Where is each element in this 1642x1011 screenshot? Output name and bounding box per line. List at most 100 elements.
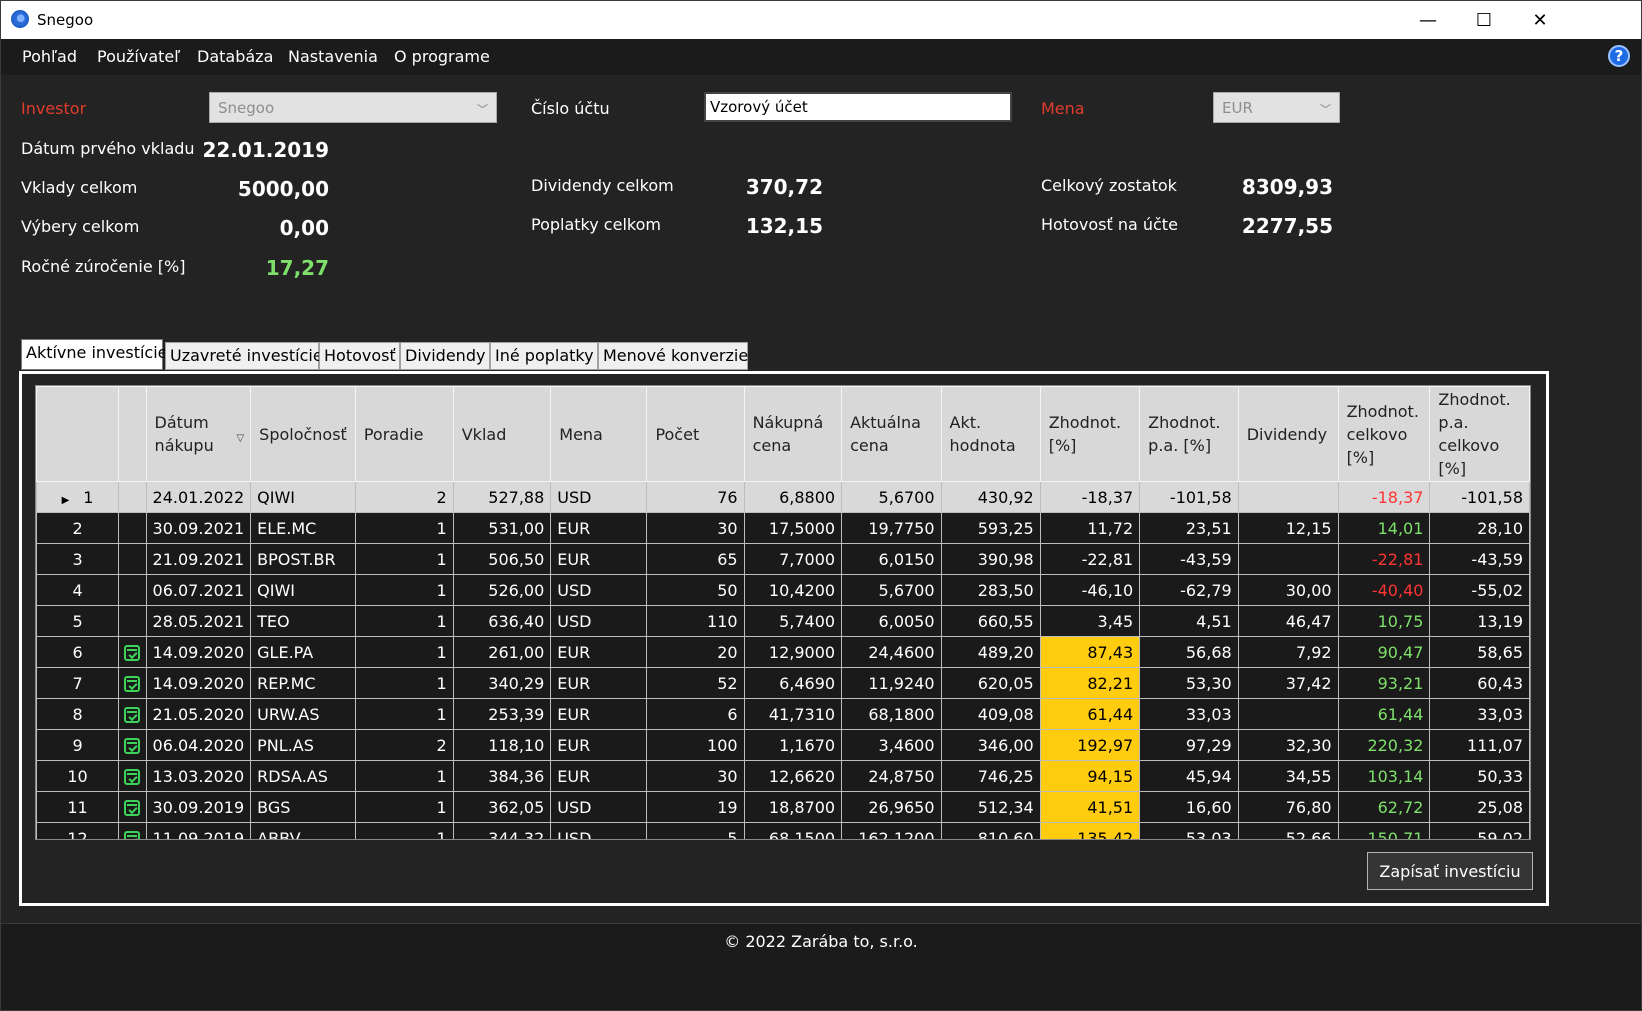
cell-dividends[interactable]: 37,42 [1237,667,1339,699]
table-row[interactable]: ▶ 1 24.01.2022 QIWI 2 527,88 USD 76 6,8800 5,6700… [36,481,1530,513]
cell-return-pa-total[interactable]: 50,33 [1429,760,1530,792]
table-row[interactable]: 7 14.09.2020 REP.MC 1 340,29 EUR 52 6,4690 11,92… [36,667,1530,699]
row-header[interactable]: 4 [36,574,120,606]
column-header-return-total[interactable]: Zhodnot. celkovo [%] [1337,386,1431,482]
cell-company[interactable]: BGS [250,791,356,823]
cell-deposit[interactable]: 253,39 [452,698,552,730]
row-header[interactable]: 10 [36,760,120,792]
cell-purchase-date[interactable]: 28.05.2021 [145,605,252,637]
cell-current-price[interactable]: 6,0150 [841,543,942,575]
cell-company[interactable]: TEO [250,605,356,637]
cell-purchase-date[interactable]: 13.03.2020 [145,760,252,792]
cell-return-pct[interactable]: 192,97 [1039,729,1141,761]
column-header-row-header[interactable] [36,386,120,482]
cell-currency[interactable]: EUR [550,729,648,761]
cell-current-price[interactable]: 24,8750 [841,760,942,792]
cell-current-price[interactable]: 5,6700 [841,574,942,606]
cell-count[interactable]: 20 [646,636,745,668]
cell-current-value[interactable]: 489,20 [940,636,1041,668]
cell-order[interactable]: 1 [354,636,454,668]
cell-dividends[interactable] [1237,481,1339,513]
cell-currency[interactable]: EUR [550,543,648,575]
cell-return-pa-total[interactable]: 111,07 [1429,729,1530,761]
column-header-return-pa[interactable]: Zhodnot. p.a. [%] [1139,386,1239,482]
cell-return-pa[interactable]: 97,29 [1139,729,1239,761]
row-header[interactable]: 3 [36,543,120,575]
cell-order[interactable]: 1 [354,605,454,637]
cell-deposit[interactable]: 636,40 [452,605,552,637]
table-row[interactable]: 2 30.09.2021 ELE.MC 1 531,00 EUR 30 17,5000 19,7… [36,512,1530,544]
cell-order[interactable]: 2 [354,729,454,761]
tab-currency-conversions[interactable]: Menové konverzie [598,342,748,370]
cell-return-pa-total[interactable]: 13,19 [1429,605,1530,637]
column-header-deposit[interactable]: Vklad [452,386,552,482]
column-header-current-price[interactable]: Aktuálna cena [841,386,942,482]
cell-current-price[interactable]: 11,9240 [841,667,942,699]
cell-buy-price[interactable]: 7,7000 [743,543,843,575]
cell-buy-price[interactable]: 6,4690 [743,667,843,699]
cell-dividends[interactable]: 76,80 [1237,791,1339,823]
cell-company[interactable]: QIWI [250,574,356,606]
cell-return-total[interactable]: 61,44 [1337,698,1431,730]
column-header-current-value[interactable]: Akt. hodnota [940,386,1041,482]
menu-user[interactable]: Používateľ [97,47,180,66]
minimize-button[interactable]: — [1400,1,1456,39]
cell-company[interactable]: BPOST.BR [250,543,356,575]
cell-count[interactable]: 100 [646,729,745,761]
cell-purchase-date[interactable]: 06.07.2021 [145,574,252,606]
cell-return-pct[interactable]: 94,15 [1039,760,1141,792]
cell-return-pa[interactable]: 16,60 [1139,791,1239,823]
cell-current-price[interactable]: 5,6700 [841,481,942,513]
cell-buy-price[interactable]: 10,4200 [743,574,843,606]
cell-currency[interactable]: USD [550,574,648,606]
column-header-return-pct[interactable]: Zhodnot. [%] [1039,386,1141,482]
row-header[interactable]: ▶ 1 [36,481,120,513]
cell-return-pa-total[interactable]: -55,02 [1429,574,1530,606]
tab-dividends[interactable]: Dividendy [400,342,490,370]
cell-currency[interactable]: EUR [550,636,648,668]
cell-return-pa-total[interactable]: 25,08 [1429,791,1530,823]
cell-company[interactable]: ABBV [250,822,356,839]
cell-company[interactable]: PNL.AS [250,729,356,761]
cell-return-pct[interactable]: 61,44 [1039,698,1141,730]
cell-dividends[interactable]: 32,30 [1237,729,1339,761]
row-header[interactable]: 12 [36,822,120,839]
cell-buy-price[interactable]: 68,1500 [743,822,843,839]
cell-currency[interactable]: EUR [550,512,648,544]
cell-return-pa[interactable]: -62,79 [1139,574,1239,606]
cell-count[interactable]: 19 [646,791,745,823]
cell-current-value[interactable]: 593,25 [940,512,1041,544]
cell-buy-price[interactable]: 5,7400 [743,605,843,637]
cell-return-total[interactable]: -22,81 [1337,543,1431,575]
cell-purchase-date[interactable]: 14.09.2020 [145,667,252,699]
cell-count[interactable]: 30 [646,760,745,792]
cell-order[interactable]: 1 [354,512,454,544]
tab-cash[interactable]: Hotovosť [319,342,400,370]
table-row[interactable]: 4 06.07.2021 QIWI 1 526,00 USD 50 10,4200 5,6700… [36,574,1530,606]
cell-return-pa[interactable]: 4,51 [1139,605,1239,637]
menu-settings[interactable]: Nastavenia [288,47,378,66]
currency-select[interactable]: EUR ﹀ [1213,92,1340,123]
cell-count[interactable]: 6 [646,698,745,730]
column-header-status[interactable] [118,386,147,482]
table-row[interactable]: 12 11.09.2019 ABBV 1 344,32 USD 5 68,1500 162,12… [36,822,1530,839]
cell-order[interactable]: 1 [354,822,454,839]
cell-return-pa[interactable]: -101,58 [1139,481,1239,513]
cell-deposit[interactable]: 261,00 [452,636,552,668]
cell-deposit[interactable]: 531,00 [452,512,552,544]
table-row[interactable]: 6 14.09.2020 GLE.PA 1 261,00 EUR 20 12,9000 24,4… [36,636,1530,668]
cell-return-pa-total[interactable]: 58,65 [1429,636,1530,668]
cell-purchase-date[interactable]: 06.04.2020 [145,729,252,761]
cell-current-value[interactable]: 430,92 [940,481,1041,513]
cell-order[interactable]: 1 [354,760,454,792]
cell-purchase-date[interactable]: 11.09.2019 [145,822,252,839]
row-header[interactable]: 5 [36,605,120,637]
row-header[interactable]: 9 [36,729,120,761]
cell-currency[interactable]: EUR [550,667,648,699]
cell-dividends[interactable] [1237,543,1339,575]
cell-dividends[interactable]: 46,47 [1237,605,1339,637]
column-header-return-pa-total[interactable]: Zhodnot. p.a. celkovo [%] [1429,386,1530,482]
column-header-purchase-date[interactable]: Dátum nákupu ▽ [145,386,252,482]
cell-order[interactable]: 1 [354,574,454,606]
cell-current-value[interactable]: 620,05 [940,667,1041,699]
